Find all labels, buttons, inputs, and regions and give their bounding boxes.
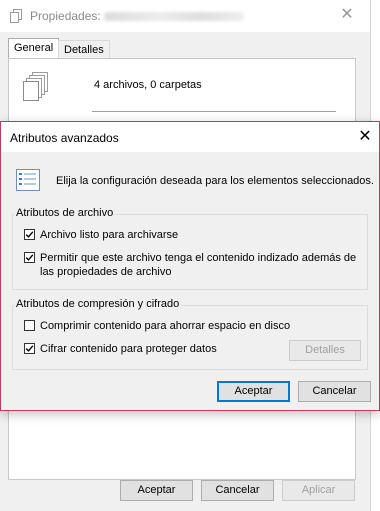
index-label-line1[interactable]: Permitir que este archivo tenga el conte…	[40, 251, 356, 265]
file-attributes-title: Atributos de archivo	[14, 207, 116, 219]
index-label-line2[interactable]: las propiedades de archivo	[40, 265, 171, 279]
tab-general[interactable]: General	[8, 38, 60, 60]
dialog-instruction: Elija la configuración deseada para los …	[56, 175, 374, 187]
properties-titlebar[interactable]: Propiedades: ✕	[0, 0, 370, 32]
compress-checkbox[interactable]	[24, 320, 35, 331]
multiple-files-icon	[22, 72, 52, 104]
cancel-button[interactable]: Cancelar	[298, 381, 371, 402]
advanced-attributes-dialog: Atributos avanzados ✕ Elija la configura…	[0, 121, 380, 411]
details-button[interactable]: Detalles	[289, 340, 361, 361]
properties-cancel-button[interactable]: Cancelar	[201, 480, 274, 501]
close-icon[interactable]: ✕	[353, 126, 377, 148]
encrypt-checkbox[interactable]	[24, 343, 35, 354]
compression-encryption-title: Atributos de compresión y cifrado	[14, 298, 182, 310]
accept-button[interactable]: Aceptar	[217, 381, 290, 402]
properties-accept-button[interactable]: Aceptar	[120, 480, 193, 501]
archive-checkbox[interactable]	[24, 229, 35, 240]
tab-details[interactable]: Detalles	[58, 40, 110, 59]
blurred-filename	[104, 12, 244, 21]
dialog-title: Atributos avanzados	[10, 131, 119, 145]
archive-label[interactable]: Archivo listo para archivarse	[40, 228, 178, 242]
close-icon[interactable]: ✕	[334, 4, 360, 26]
encrypt-label[interactable]: Cifrar contenido para proteger datos	[40, 342, 217, 356]
separator	[92, 111, 336, 112]
selection-summary: 4 archivos, 0 carpetas	[94, 79, 202, 91]
properties-apply-button[interactable]: Aplicar	[282, 480, 355, 501]
index-checkbox[interactable]	[24, 252, 35, 263]
compress-label[interactable]: Comprimir contenido para ahorrar espacio…	[40, 319, 290, 333]
settings-list-icon	[16, 169, 40, 191]
files-title-icon	[10, 9, 22, 23]
dialog-titlebar[interactable]: Atributos avanzados ✕	[1, 122, 379, 152]
properties-title: Propiedades:	[30, 9, 101, 23]
